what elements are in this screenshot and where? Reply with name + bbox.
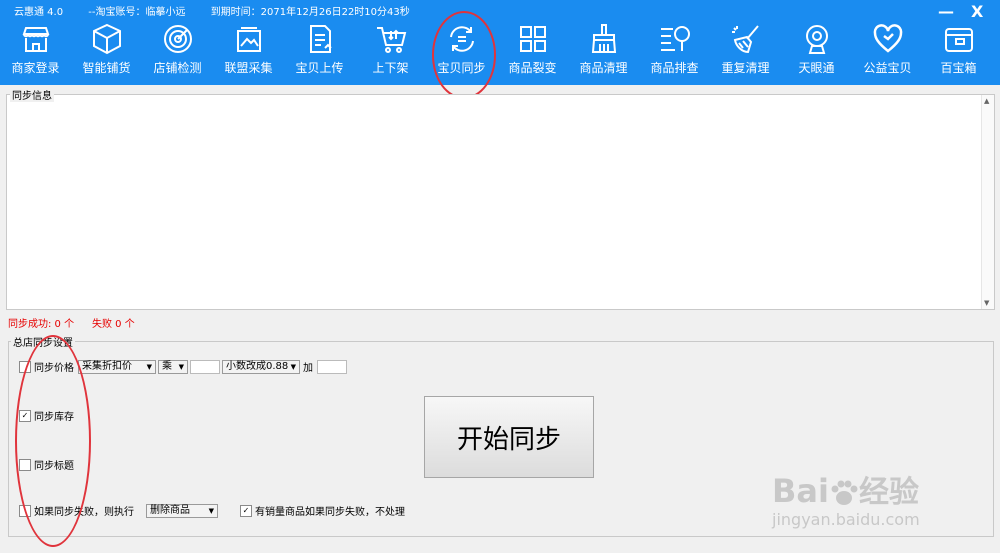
- title-line: 云惠通 4.0 --淘宝账号：临摹小远 到期时间：2071年12月26日22时1…: [14, 3, 432, 18]
- storefront-icon: [22, 27, 49, 52]
- tool-shelf[interactable]: 上下架: [355, 20, 426, 80]
- tool-shop-check[interactable]: 店铺检测: [142, 20, 213, 80]
- tool-label: 智能铺货: [82, 61, 131, 75]
- price-source-value: 采集折扣价: [82, 360, 132, 372]
- chevron-down-icon: ▼: [178, 362, 184, 371]
- operator-select[interactable]: 乘 ▼: [158, 359, 188, 374]
- tool-item-fission[interactable]: 商品裂变: [497, 20, 568, 80]
- operator-value: 乘: [162, 360, 172, 372]
- watermark-brand: Bai 经验: [772, 472, 919, 510]
- skip-sales-label: 有销量商品如果同步失败，不处理: [255, 507, 405, 518]
- tool-alliance-collect[interactable]: 联盟采集: [213, 20, 284, 80]
- app-title: 云惠通 4.0: [14, 7, 64, 18]
- scrollbar[interactable]: ▲ ▼: [981, 95, 994, 309]
- webcam-icon: [805, 25, 828, 54]
- tool-label: 商品裂变: [508, 61, 557, 75]
- scroll-down-icon[interactable]: ▼: [984, 299, 989, 307]
- tool-charity-item[interactable]: 公益宝贝: [852, 20, 923, 80]
- highlight-circle: [432, 11, 496, 99]
- search-list-icon: [660, 26, 690, 51]
- tool-smart-listing[interactable]: 智能铺货: [71, 20, 142, 80]
- document-upload-icon: [309, 25, 332, 53]
- fail-action-select[interactable]: 删除商品 ▼: [146, 503, 218, 518]
- tool-label: 宝贝上传: [295, 61, 344, 75]
- paw-icon: [831, 480, 858, 505]
- cart-icon: [376, 27, 406, 53]
- tool-merchant-login[interactable]: 商家登录: [0, 20, 71, 80]
- chevron-down-icon: ▼: [208, 506, 214, 515]
- start-sync-button[interactable]: 开始同步: [424, 396, 594, 478]
- scroll-up-icon[interactable]: ▲: [984, 97, 989, 105]
- tool-label: 重复清理: [721, 61, 770, 75]
- heart-icon: [873, 24, 902, 53]
- highlight-oval: [15, 335, 91, 547]
- skip-sales-checkbox[interactable]: ✓: [240, 504, 252, 517]
- sync-success-count: 同步成功: 0 个: [8, 319, 75, 330]
- watermark-url: jingyan.baidu.com: [772, 510, 920, 529]
- broom-icon: [591, 24, 616, 53]
- tool-item-upload[interactable]: 宝贝上传: [284, 20, 355, 80]
- sync-info-panel: ▲ ▼: [6, 94, 995, 310]
- box-icon: [92, 23, 121, 55]
- radar-icon: [163, 25, 192, 53]
- top-toolbar: 云惠通 4.0 --淘宝账号：临摹小远 到期时间：2071年12月26日22时1…: [0, 0, 1000, 85]
- tool-label: 商品排查: [650, 61, 699, 75]
- decimal-select[interactable]: 小数改成0.88 ▼: [222, 359, 300, 374]
- tool-row: 商家登录 智能铺货 店铺检测 联盟采集 宝贝上传 上下架 宝贝同步 商品裂变 商…: [0, 20, 1000, 80]
- account-label: --淘宝账号：临摹小远: [88, 7, 186, 18]
- tool-item-cleanup[interactable]: 商品清理: [568, 20, 639, 80]
- tool-treasure-box[interactable]: 百宝箱: [923, 20, 994, 80]
- multiplier-input[interactable]: [190, 359, 220, 374]
- sync-fail-count: 失败 0 个: [92, 319, 135, 330]
- tool-duplicate-cleanup[interactable]: 重复清理: [710, 20, 781, 80]
- fail-action-value: 删除商品: [150, 504, 190, 516]
- tool-label: 上下架: [372, 61, 409, 75]
- chevron-down-icon: ▼: [146, 362, 152, 371]
- add-label: 加: [303, 363, 313, 374]
- tool-label: 百宝箱: [940, 61, 977, 75]
- sweep-icon: [731, 25, 759, 54]
- add-input[interactable]: [317, 359, 347, 374]
- tool-label: 商品清理: [579, 61, 628, 75]
- tool-label: 公益宝贝: [863, 61, 912, 75]
- minimize-button[interactable]: —: [938, 2, 954, 21]
- grid-icon: [519, 26, 546, 52]
- tool-label: 店铺检测: [153, 61, 202, 75]
- tool-label: 联盟采集: [224, 61, 273, 75]
- tool-label: 天眼通: [798, 61, 835, 75]
- chevron-down-icon: ▼: [290, 362, 296, 371]
- tool-label: 商家登录: [11, 61, 60, 75]
- expiry-label: 到期时间：2071年12月26日22时10分43秒: [210, 7, 410, 18]
- sync-info-label: 同步信息: [10, 87, 54, 102]
- tool-sky-eye[interactable]: 天眼通: [781, 20, 852, 80]
- price-source-select[interactable]: 采集折扣价 ▼: [78, 359, 156, 374]
- close-button[interactable]: X: [971, 2, 983, 21]
- decimal-value: 小数改成0.88: [226, 360, 289, 372]
- wallet-icon: [944, 28, 973, 52]
- image-collect-icon: [236, 27, 261, 52]
- tool-item-inspect[interactable]: 商品排查: [639, 20, 710, 80]
